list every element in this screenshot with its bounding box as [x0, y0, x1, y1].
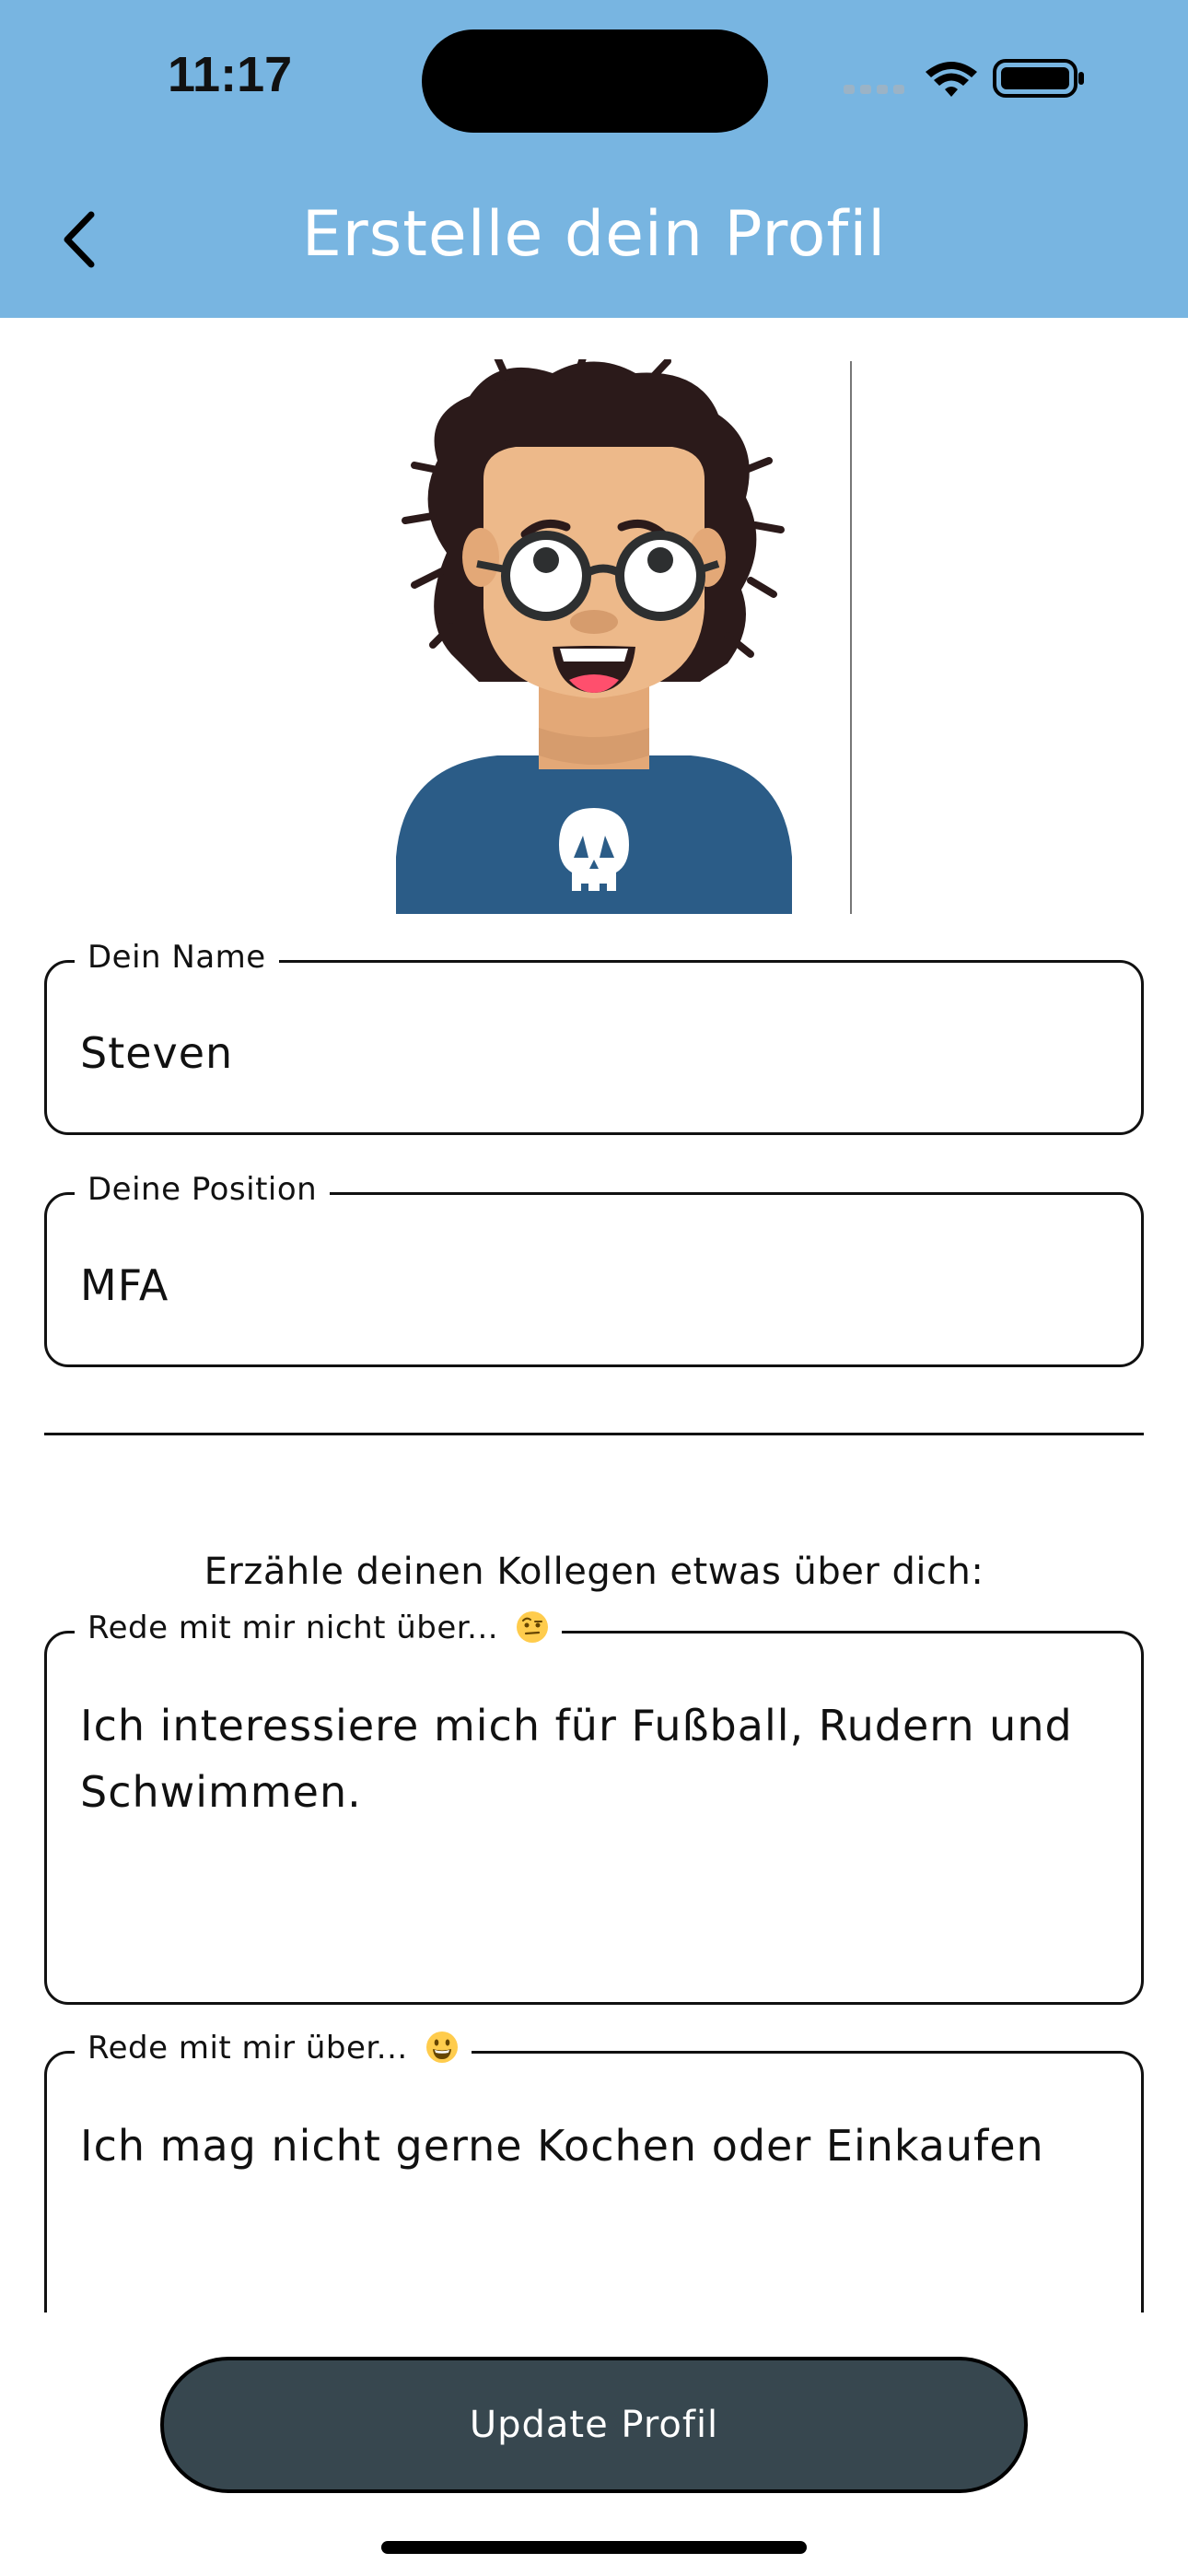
home-indicator[interactable] [381, 2541, 807, 2554]
signal-icon [844, 85, 904, 94]
app-bar: 11:17 Erstelle dein Profil [0, 0, 1188, 318]
section-divider [44, 1433, 1144, 1435]
dont-talk-about-label-text: Rede mit mir nicht über... [87, 1610, 499, 1646]
position-field[interactable]: Deine Position MFA [44, 1171, 1144, 1367]
status-icons [844, 59, 1084, 98]
wifi-icon [926, 62, 977, 97]
name-field-label: Dein Name [75, 939, 279, 976]
position-field-label: Deine Position [75, 1171, 331, 1208]
about-prompt: Erzähle deinen Kollegen etwas über dich: [204, 1551, 984, 1593]
talk-about-label: Rede mit mir über... [75, 2030, 472, 2067]
status-time: 11:17 [168, 47, 293, 102]
dynamic-island [422, 29, 768, 133]
dont-talk-about-field[interactable]: Rede mit mir nicht über... Ich interessi… [44, 1610, 1144, 2005]
talk-about-value[interactable]: Ich mag nicht gerne Kochen oder Einkaufe… [80, 2113, 1108, 2179]
grinning-face-emoji-icon [426, 2032, 459, 2063]
name-field-value[interactable]: Steven [80, 1020, 1108, 1086]
raised-eyebrow-emoji-icon [517, 1611, 549, 1643]
update-profile-button[interactable]: Update Profil [160, 2357, 1028, 2493]
avatar-divider [850, 361, 852, 914]
avatar[interactable] [396, 348, 792, 914]
position-field-value[interactable]: MFA [80, 1252, 1108, 1318]
avatar-illustration [396, 348, 792, 914]
battery-icon [993, 59, 1084, 98]
dont-talk-about-value[interactable]: Ich interessiere mich für Fußball, Ruder… [80, 1692, 1108, 1825]
talk-about-label-text: Rede mit mir über... [87, 2030, 408, 2067]
page-title: Erstelle dein Profil [301, 198, 887, 271]
dont-talk-about-label: Rede mit mir nicht über... [75, 1610, 563, 1646]
name-field[interactable]: Dein Name Steven [44, 939, 1144, 1135]
